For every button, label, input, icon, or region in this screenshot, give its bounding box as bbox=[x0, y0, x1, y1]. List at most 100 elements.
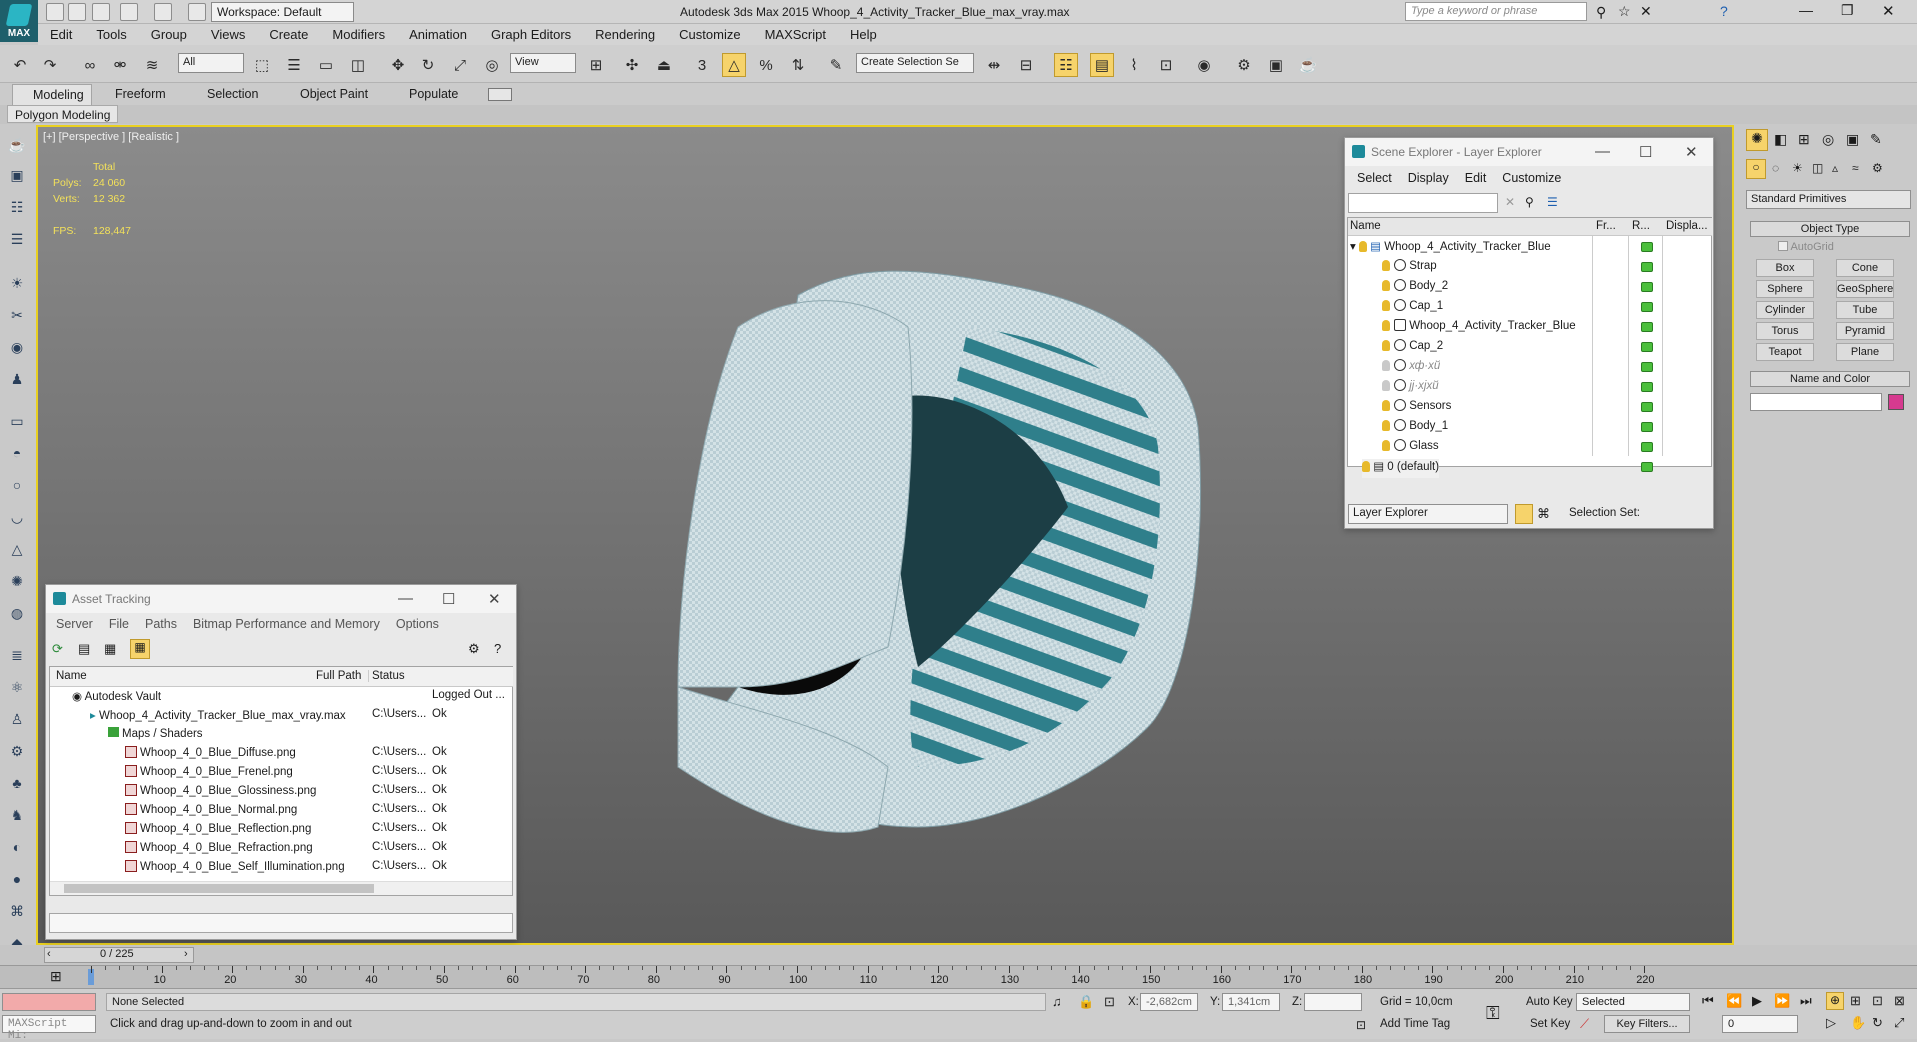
teapot-button[interactable]: Teapot bbox=[1756, 343, 1814, 361]
rendered-frame-icon[interactable]: ▣ bbox=[1264, 53, 1288, 77]
menu-edit[interactable]: Edit bbox=[38, 24, 84, 42]
object-row[interactable]: Strap bbox=[1382, 259, 1437, 278]
col-full-path[interactable]: Full Path bbox=[316, 670, 361, 682]
se-col-name[interactable]: Name bbox=[1350, 220, 1381, 232]
tab-object-paint[interactable]: Object Paint bbox=[300, 87, 368, 101]
figure-icon[interactable]: ♙ bbox=[6, 708, 28, 730]
menu-group[interactable]: Group bbox=[139, 24, 199, 42]
set-key-button[interactable]: Set Key bbox=[1530, 1018, 1570, 1030]
people-icon[interactable]: ♟ bbox=[6, 368, 28, 390]
asset-row[interactable]: Maps / Shaders bbox=[108, 727, 203, 746]
pivot-icon[interactable]: ⊞ bbox=[584, 53, 608, 77]
z-coordinate-field[interactable] bbox=[1304, 993, 1362, 1011]
at-maximize-icon[interactable]: ☐ bbox=[442, 590, 455, 608]
key-selection-dropdown[interactable]: Selected bbox=[1576, 993, 1690, 1011]
layer-explorer-icon[interactable]: ☷ bbox=[1054, 53, 1078, 77]
at-help-icon[interactable]: ? bbox=[494, 641, 501, 656]
select-manipulate-icon[interactable]: ✣ bbox=[620, 53, 644, 77]
light-bulb-icon[interactable] bbox=[1382, 400, 1390, 411]
previous-key-icon[interactable]: ⏪ bbox=[1726, 993, 1742, 1009]
zoom-extents-selected-icon[interactable]: ⊠ bbox=[1894, 993, 1905, 1009]
render-toggle-icon[interactable] bbox=[1641, 342, 1653, 352]
se-menu-select[interactable]: Select bbox=[1349, 171, 1400, 185]
render-setup-icon[interactable]: ⚙ bbox=[1232, 53, 1256, 77]
button-icon[interactable]: ● bbox=[6, 868, 28, 890]
menu-graph-editors[interactable]: Graph Editors bbox=[479, 24, 583, 42]
light-bulb-icon[interactable] bbox=[1382, 440, 1390, 451]
render-toggle-icon[interactable] bbox=[1641, 322, 1653, 332]
absolute-mode-icon[interactable]: ⊡ bbox=[1104, 994, 1115, 1010]
maximize-viewport-icon[interactable]: ⤢ bbox=[1894, 1015, 1904, 1031]
y-coordinate-field[interactable]: 1,341cm bbox=[1222, 993, 1280, 1011]
keyboard-shortcut-icon[interactable]: ⏏ bbox=[652, 53, 676, 77]
modify-tab-icon[interactable]: ◧ bbox=[1774, 131, 1787, 148]
tube-button[interactable]: Tube bbox=[1836, 301, 1894, 319]
new-file-icon[interactable] bbox=[46, 3, 64, 21]
layers-icon[interactable]: ☷ bbox=[6, 196, 28, 218]
field-of-view-icon[interactable]: ▷ bbox=[1826, 1015, 1836, 1031]
maxscript-mini-listener[interactable] bbox=[2, 993, 96, 1011]
asset-row[interactable]: Whoop_4_0_Blue_Glossiness.png bbox=[125, 784, 316, 803]
render-toggle-icon[interactable] bbox=[1641, 262, 1653, 272]
light-bulb-icon[interactable] bbox=[1382, 260, 1390, 271]
asset-row[interactable]: Whoop_4_0_Blue_Self_Illumination.png bbox=[125, 860, 345, 879]
plane-icon[interactable]: ▭ bbox=[6, 410, 28, 432]
zoom-region-icon[interactable]: ⊡ bbox=[1872, 993, 1883, 1009]
se-col-freeze[interactable]: Fr... bbox=[1596, 220, 1616, 232]
geosphere-button[interactable]: GeoSphere bbox=[1836, 280, 1894, 298]
key-filters-button[interactable]: Key Filters... bbox=[1604, 1015, 1690, 1033]
layer-row[interactable]: ▾ ▤ Whoop_4_Activity_Tracker_Blue bbox=[1350, 239, 1551, 258]
redo-icon[interactable] bbox=[154, 3, 172, 21]
list-icon[interactable]: ☰ bbox=[6, 228, 28, 250]
render-toggle-icon[interactable] bbox=[1641, 442, 1653, 452]
cone-button[interactable]: Cone bbox=[1836, 259, 1894, 277]
asset-row[interactable]: Whoop_4_0_Blue_Refraction.png bbox=[125, 841, 313, 860]
select-by-name-icon[interactable]: ☰ bbox=[282, 53, 306, 77]
menu-maxscript[interactable]: MAXScript bbox=[753, 24, 838, 42]
ribbon-options-icon[interactable] bbox=[488, 88, 512, 101]
geometry-icon[interactable]: ○ bbox=[1746, 159, 1766, 179]
asset-row[interactable]: Whoop_4_0_Blue_Frenel.png bbox=[125, 765, 293, 784]
next-key-icon[interactable]: ⏩ bbox=[1774, 993, 1790, 1009]
maxscript-listener[interactable]: MAXScript Mi: bbox=[2, 1015, 96, 1042]
binoculars-icon[interactable]: ⚲ bbox=[1596, 4, 1606, 21]
refresh-icon[interactable]: ⟳ bbox=[52, 641, 63, 657]
asset-row[interactable]: Whoop_4_0_Blue_Reflection.png bbox=[125, 822, 311, 841]
se-maximize-icon[interactable]: ☐ bbox=[1639, 143, 1652, 161]
project-folder-icon[interactable] bbox=[188, 3, 206, 21]
link-icon[interactable]: ∞ bbox=[78, 53, 102, 77]
asset-row[interactable]: ◉ Autodesk Vault bbox=[72, 689, 161, 708]
reference-coord-dropdown[interactable]: View bbox=[510, 53, 576, 73]
schematic-view-icon[interactable]: ⊡ bbox=[1154, 53, 1178, 77]
select-object-icon[interactable]: ⬚ bbox=[250, 53, 274, 77]
mirror-icon[interactable]: ⇹ bbox=[982, 53, 1006, 77]
thumbnail-view-icon[interactable]: ▦ bbox=[104, 641, 116, 657]
render-toggle-icon[interactable] bbox=[1641, 402, 1653, 412]
cylinder-button[interactable]: Cylinder bbox=[1756, 301, 1814, 319]
material-icon[interactable]: ◉ bbox=[6, 336, 28, 358]
workspace-dropdown[interactable]: Workspace: Default bbox=[211, 2, 354, 22]
minimize-icon[interactable]: — bbox=[1799, 2, 1813, 18]
next-frame-icon[interactable]: › bbox=[184, 948, 188, 960]
unlink-icon[interactable]: ⚮ bbox=[108, 53, 132, 77]
at-close-icon[interactable]: ✕ bbox=[488, 590, 501, 608]
at-menu-options[interactable]: Options bbox=[388, 617, 447, 631]
goto-start-icon[interactable]: ⏮ bbox=[1702, 993, 1714, 1009]
open-file-icon[interactable] bbox=[68, 3, 86, 21]
move-icon[interactable]: ✥ bbox=[386, 53, 410, 77]
plane-button[interactable]: Plane bbox=[1836, 343, 1894, 361]
light-bulb-off-icon[interactable] bbox=[1382, 360, 1390, 371]
object-type-rollout[interactable]: Object Type bbox=[1750, 221, 1910, 237]
light-bulb-icon[interactable] bbox=[1382, 320, 1390, 331]
helpers-icon[interactable]: ▵ bbox=[1832, 161, 1838, 175]
track-bar[interactable]: ⊞ 10 20 30 40 50 60 70 80 90 100 110 120 130 140 150 16… bbox=[0, 965, 1917, 989]
se-minimize-icon[interactable]: — bbox=[1595, 143, 1610, 160]
render-toggle-icon[interactable] bbox=[1641, 282, 1653, 292]
se-menu-edit[interactable]: Edit bbox=[1457, 171, 1495, 185]
render-toggle-icon[interactable] bbox=[1641, 362, 1653, 372]
menu-create[interactable]: Create bbox=[257, 24, 320, 42]
close-window-icon[interactable]: ✕ bbox=[1882, 2, 1895, 20]
asset-path-field[interactable] bbox=[49, 913, 513, 933]
snaps-toggle-icon[interactable]: 3 bbox=[690, 53, 714, 77]
globe-icon[interactable]: ◐ bbox=[6, 836, 28, 858]
